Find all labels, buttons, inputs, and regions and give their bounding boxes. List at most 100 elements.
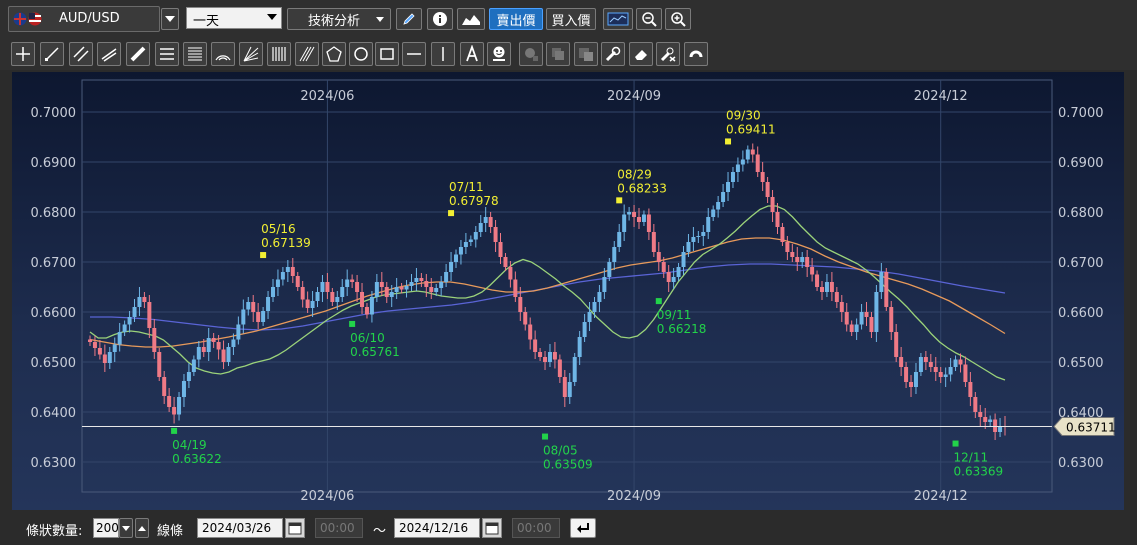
count-down-button[interactable] (119, 518, 133, 538)
crosshair-tool-button[interactable] (11, 42, 35, 66)
candle-body (869, 317, 874, 332)
start-date-input[interactable]: 2024/03/26 (197, 518, 283, 538)
candle-body (587, 312, 592, 322)
symbol-selector[interactable]: AUD/USD (8, 6, 160, 32)
text-tool-button[interactable] (460, 42, 484, 66)
count-up-button[interactable] (135, 518, 149, 538)
layer-tool-button[interactable] (574, 42, 598, 66)
rectangle-tool-button[interactable] (375, 42, 399, 66)
fan-tool-button[interactable] (239, 42, 263, 66)
candle-body (656, 252, 661, 262)
candle-body (592, 302, 597, 312)
candle-body (681, 252, 686, 267)
y-tick-label-right: 0.6600 (1058, 306, 1104, 321)
candle-body (602, 277, 607, 292)
candle-body (617, 232, 622, 247)
zoom-out-button[interactable] (636, 8, 662, 30)
price-chart[interactable]: 0.7000 0.7000 0.6900 0.6900 0.6800 0.6800 0.67… (12, 72, 1124, 510)
fibonacci-icon (188, 47, 202, 61)
candle-body (547, 352, 552, 362)
horizontal-line-tool-button[interactable] (402, 42, 426, 66)
candle-body (157, 352, 162, 377)
apply-range-button[interactable] (570, 518, 596, 538)
y-tick-label: 0.6300 (31, 456, 77, 471)
bar-count-input[interactable]: 200 (93, 518, 119, 538)
copy-tool-button[interactable] (546, 42, 570, 66)
color-tool-button[interactable] (519, 42, 543, 66)
vertical-line-tool-button[interactable] (431, 42, 455, 66)
current-price-label: 0.63711 (1066, 420, 1116, 434)
polygon-tool-button[interactable] (322, 42, 346, 66)
candle-body (730, 172, 735, 182)
candle-body (557, 359, 562, 377)
candle-body (364, 307, 369, 315)
candle-body (419, 278, 424, 281)
period-select[interactable]: 一天 (186, 7, 282, 29)
crosshair-icon (16, 47, 30, 61)
y-tick-label-right: 0.6900 (1058, 156, 1104, 171)
magnet-tool-button[interactable] (684, 42, 708, 66)
zoom-in-button[interactable] (665, 8, 691, 30)
candle-body (711, 209, 716, 217)
buy-price-button[interactable]: 買入價 (546, 8, 596, 30)
candle-body (92, 342, 97, 348)
delete-tool-button[interactable] (656, 42, 680, 66)
settings-tool-button[interactable] (601, 42, 625, 66)
candle-body (241, 309, 246, 325)
candle-body (909, 382, 914, 387)
currency-flags-icon (13, 12, 42, 26)
start-time-input[interactable]: 00:00 (315, 518, 363, 538)
paint-icon (525, 48, 538, 61)
candle-body (923, 357, 928, 362)
horizontal-line-icon (407, 53, 421, 55)
zoom-in-icon (671, 12, 686, 27)
y-tick-label: 0.6600 (31, 306, 77, 321)
high-marker (448, 210, 455, 217)
y-tick-label: 0.6500 (31, 356, 77, 371)
magnet-icon (689, 50, 703, 58)
ray-line-tool-button[interactable] (97, 42, 121, 66)
info-button[interactable] (427, 8, 453, 30)
fibonacci-tool-button[interactable] (183, 42, 207, 66)
sell-price-button[interactable]: 賣出價 (489, 8, 543, 30)
y-tick-label-right: 0.6500 (1058, 356, 1104, 371)
candle-body (582, 322, 587, 337)
ray-line-icon (101, 48, 117, 62)
ruler-tool-button[interactable] (126, 42, 150, 66)
indicator-button[interactable] (603, 8, 633, 30)
pencil-button[interactable] (396, 8, 422, 30)
trend-line-icon (45, 47, 59, 61)
pentagon-icon (326, 46, 342, 62)
start-date-calendar-button[interactable] (285, 518, 305, 538)
candle-body (429, 287, 434, 292)
candle-body (879, 272, 884, 292)
parallel-line-tool-button[interactable] (69, 42, 93, 66)
symbol-dropdown-button[interactable] (161, 8, 179, 30)
candle-body (760, 172, 765, 182)
ma-mid-line (89, 237, 1006, 348)
chart-type-button[interactable] (457, 8, 485, 30)
candlestick-chart[interactable]: 0.7000 0.7000 0.6900 0.6900 0.6800 0.6800 0.67… (12, 72, 1124, 510)
end-date-input[interactable]: 2024/12/16 (394, 518, 480, 538)
candle-body (706, 217, 711, 232)
end-time-input[interactable]: 00:00 (512, 518, 560, 538)
horizontal-lines-tool-button[interactable] (155, 42, 179, 66)
arc-tool-button[interactable] (211, 42, 235, 66)
vertical-lines-tool-button[interactable] (267, 42, 291, 66)
candle-body (829, 282, 834, 292)
candle-body (824, 282, 829, 292)
trend-line-tool-button[interactable] (40, 42, 64, 66)
candle-body (820, 287, 824, 292)
eraser-tool-button[interactable] (629, 42, 653, 66)
chart-grid-icon (607, 12, 629, 26)
pitchfork-tool-button[interactable] (295, 42, 319, 66)
end-date-calendar-button[interactable] (482, 518, 502, 538)
candle-body (834, 292, 839, 302)
emoji-tool-button[interactable] (487, 42, 511, 66)
pitchfork-icon (299, 46, 315, 62)
candle-body (181, 381, 186, 397)
high-marker (260, 252, 267, 259)
candle-body (246, 302, 251, 310)
circle-tool-button[interactable] (349, 42, 373, 66)
analysis-menu-button[interactable]: 技術分析 (287, 8, 391, 30)
